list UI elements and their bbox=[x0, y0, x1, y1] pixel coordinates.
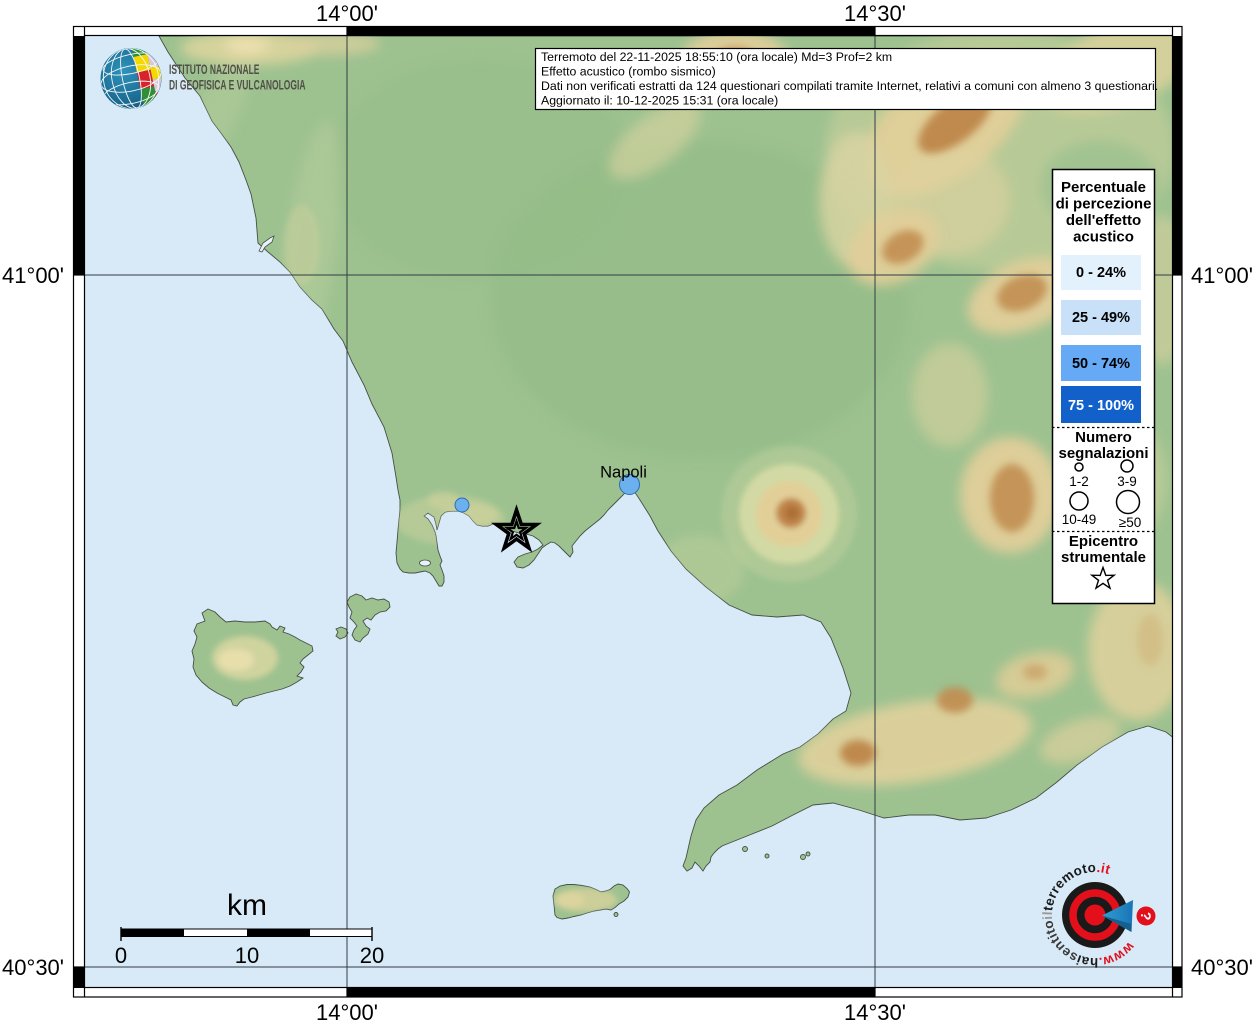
svg-text:Napoli: Napoli bbox=[600, 464, 647, 482]
svg-text:14°30': 14°30' bbox=[844, 1, 906, 26]
svg-text:14°00': 14°00' bbox=[316, 1000, 378, 1024]
svg-text:1-2: 1-2 bbox=[1069, 474, 1089, 489]
svg-text:75 - 100%: 75 - 100% bbox=[1068, 398, 1134, 414]
svg-text:41°00': 41°00' bbox=[2, 263, 64, 288]
svg-text:25 - 49%: 25 - 49% bbox=[1072, 310, 1130, 326]
svg-text:10: 10 bbox=[235, 943, 259, 968]
svg-text:40°30': 40°30' bbox=[2, 955, 64, 980]
svg-text:km: km bbox=[227, 889, 267, 922]
svg-text:Numero: Numero bbox=[1075, 429, 1132, 446]
svg-text:acustico: acustico bbox=[1073, 229, 1134, 246]
svg-text:dell'effetto: dell'effetto bbox=[1066, 212, 1141, 229]
svg-text:14°00': 14°00' bbox=[316, 1, 378, 26]
svg-text:0 - 24%: 0 - 24% bbox=[1076, 265, 1126, 281]
svg-text:41°00': 41°00' bbox=[1191, 263, 1253, 288]
svg-text:strumentale: strumentale bbox=[1061, 549, 1146, 566]
svg-text:Percentuale: Percentuale bbox=[1061, 179, 1146, 196]
svg-text:DI GEOFISICA E VULCANOLOGIA: DI GEOFISICA E VULCANOLOGIA bbox=[169, 79, 306, 93]
svg-text:Aggiornato il: 10-12-2025 15:3: Aggiornato il: 10-12-2025 15:31 (ora loc… bbox=[541, 94, 778, 108]
svg-text:segnalazioni: segnalazioni bbox=[1058, 445, 1148, 462]
svg-text:Epicentro: Epicentro bbox=[1069, 533, 1138, 550]
svg-text:40°30': 40°30' bbox=[1191, 955, 1253, 980]
svg-text:di percezione: di percezione bbox=[1056, 196, 1152, 213]
svg-text:14°30': 14°30' bbox=[844, 1000, 906, 1024]
svg-text:?: ? bbox=[1138, 911, 1155, 921]
svg-text:10-49: 10-49 bbox=[1062, 512, 1097, 527]
svg-text:0: 0 bbox=[115, 943, 127, 968]
svg-text:50 - 74%: 50 - 74% bbox=[1072, 356, 1130, 372]
svg-text:Effetto acustico (rombo sismic: Effetto acustico (rombo sismico) bbox=[541, 65, 716, 79]
svg-text:20: 20 bbox=[360, 943, 384, 968]
svg-text:ISTITUTO NAZIONALE: ISTITUTO NAZIONALE bbox=[169, 63, 260, 77]
svg-text:≥50: ≥50 bbox=[1119, 515, 1141, 530]
svg-text:Terremoto del 22-11-2025 18:55: Terremoto del 22-11-2025 18:55:10 (ora l… bbox=[541, 50, 892, 64]
svg-text:Dati non verificati estratti d: Dati non verificati estratti da 124 ques… bbox=[541, 79, 1158, 93]
svg-text:3-9: 3-9 bbox=[1117, 474, 1137, 489]
